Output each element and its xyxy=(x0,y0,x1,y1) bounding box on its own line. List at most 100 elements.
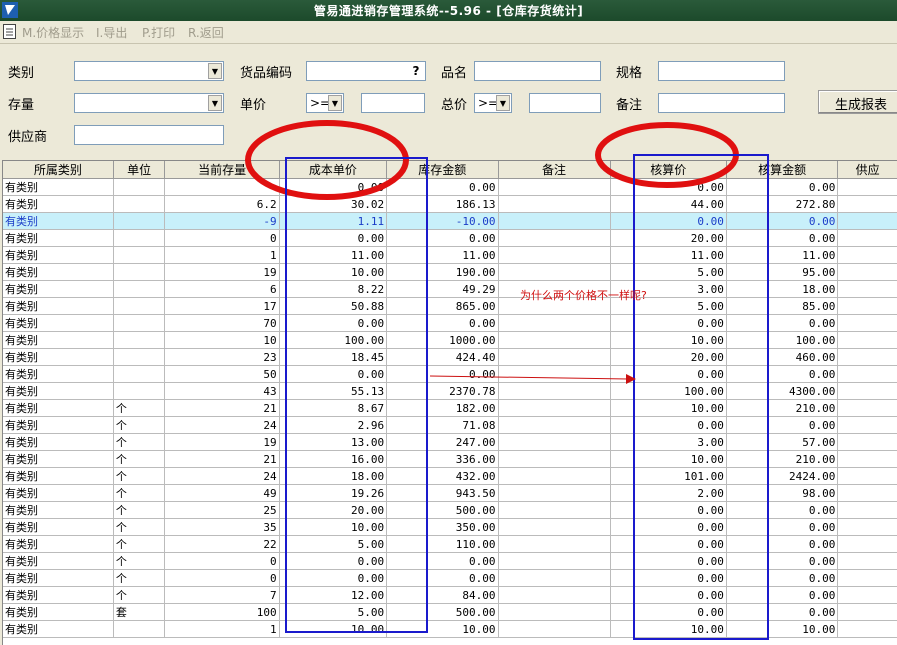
column-header[interactable]: 单位 xyxy=(113,161,166,179)
table-row[interactable]: 有类别 70 0.00 0.00 0.00 0.00 xyxy=(3,314,897,332)
chevron-down-icon[interactable]: ▼ xyxy=(208,63,222,79)
table-cell: 50 xyxy=(164,365,280,383)
table-row[interactable]: 有类别个 24 18.00 432.00 101.00 2424.00 xyxy=(3,467,897,485)
table-cell: 0.00 xyxy=(726,416,839,434)
table-row[interactable]: 有类别 1 10.00 10.00 10.00 10.00 xyxy=(3,620,897,638)
chevron-down-icon[interactable]: ▼ xyxy=(496,95,510,111)
return-menu[interactable]: R.返回 xyxy=(188,24,224,41)
table-row[interactable]: 有类别个 19 13.00 247.00 3.00 57.00 xyxy=(3,433,897,451)
table-cell: 有类别 xyxy=(3,399,114,417)
column-header[interactable]: 核算价 xyxy=(610,161,727,179)
table-row[interactable]: 有类别个 25 20.00 500.00 0.00 0.00 xyxy=(3,501,897,519)
table-row[interactable]: 有类别 -9 1.11 -10.00 0.00 0.00 xyxy=(3,212,897,230)
table-row[interactable]: 有类别个 21 16.00 336.00 10.00 210.00 xyxy=(3,450,897,468)
table-row[interactable]: 有类别 1 11.00 11.00 11.00 11.00 xyxy=(3,246,897,264)
note-input[interactable] xyxy=(658,93,785,113)
total-operator-select[interactable]: >= ▼ xyxy=(474,93,512,113)
name-input[interactable] xyxy=(474,61,601,81)
table-row[interactable]: 有类别个 22 5.00 110.00 0.00 0.00 xyxy=(3,535,897,553)
table-cell: 50.88 xyxy=(279,297,388,315)
table-cell: 101.00 xyxy=(610,467,727,485)
table-cell: 182.00 xyxy=(386,399,499,417)
table-row[interactable]: 有类别个 21 8.67 182.00 10.00 210.00 xyxy=(3,399,897,417)
code-input[interactable]: ? xyxy=(306,61,426,81)
table-cell: 10.00 xyxy=(726,620,839,638)
table-row[interactable]: 有类别 17 50.88 865.00 5.00 85.00 xyxy=(3,297,897,315)
chevron-down-icon[interactable]: ▼ xyxy=(328,95,342,111)
table-cell: 247.00 xyxy=(386,433,499,451)
table-cell: 8.22 xyxy=(279,280,388,298)
table-cell: 5.00 xyxy=(279,535,388,553)
table-cell: 19 xyxy=(164,433,280,451)
table-cell: 个 xyxy=(113,467,166,485)
column-header[interactable]: 库存金额 xyxy=(386,161,499,179)
print-menu[interactable]: P.打印 xyxy=(142,24,175,41)
column-header[interactable]: 备注 xyxy=(498,161,611,179)
table-cell: 0.00 xyxy=(279,229,388,247)
table-cell xyxy=(837,484,897,502)
chevron-down-icon[interactable]: ▼ xyxy=(208,95,222,111)
stock-select[interactable]: ▼ xyxy=(74,93,224,113)
table-header: 所属类别 单位 当前存量 成本单价 库存金额 备注 核算价 核算金额 供应 xyxy=(3,161,897,179)
generate-report-button[interactable]: 生成报表 xyxy=(818,90,897,114)
column-header[interactable]: 供应 xyxy=(837,161,897,179)
table-row[interactable]: 有类别个 49 19.26 943.50 2.00 98.00 xyxy=(3,484,897,502)
table-cell: 个 xyxy=(113,416,166,434)
price-operator-select[interactable]: >= ▼ xyxy=(306,93,344,113)
table-cell: 2424.00 xyxy=(726,467,839,485)
table-row[interactable]: 有类别个 0 0.00 0.00 0.00 0.00 xyxy=(3,552,897,570)
table-cell: 个 xyxy=(113,518,166,536)
title-bar: 管易通进销存管理系统--5.96 - [仓库存货统计] xyxy=(0,0,897,21)
table-row[interactable]: 有类别个 0 0.00 0.00 0.00 0.00 xyxy=(3,569,897,587)
table-cell xyxy=(113,212,166,230)
table-row[interactable]: 有类别个 24 2.96 71.08 0.00 0.00 xyxy=(3,416,897,434)
table-cell: 8.67 xyxy=(279,399,388,417)
table-row[interactable]: 有类别 23 18.45 424.40 20.00 460.00 xyxy=(3,348,897,366)
table-row[interactable]: 有类别 10 100.00 1000.00 10.00 100.00 xyxy=(3,331,897,349)
total-input[interactable] xyxy=(529,93,601,113)
table-cell xyxy=(837,348,897,366)
table-cell: 7 xyxy=(164,586,280,604)
supplier-input[interactable] xyxy=(74,125,224,145)
table-cell: 0.00 xyxy=(726,518,839,536)
category-select[interactable]: ▼ xyxy=(74,61,224,81)
spec-input[interactable] xyxy=(658,61,785,81)
table-row[interactable]: 有类别 50 0.00 0.00 0.00 0.00 xyxy=(3,365,897,383)
column-header[interactable]: 成本单价 xyxy=(279,161,388,179)
table-cell: 2.96 xyxy=(279,416,388,434)
table-cell: 有类别 xyxy=(3,484,114,502)
table-row[interactable]: 有类别个 35 10.00 350.00 0.00 0.00 xyxy=(3,518,897,536)
table-row[interactable]: 有类别 19 10.00 190.00 5.00 95.00 xyxy=(3,263,897,281)
table-cell xyxy=(837,569,897,587)
table-cell xyxy=(837,535,897,553)
table-cell xyxy=(164,178,280,196)
table-cell: 0.00 xyxy=(610,314,727,332)
table-cell: 个 xyxy=(113,450,166,468)
table-cell: 24 xyxy=(164,416,280,434)
table-cell: 186.13 xyxy=(386,195,499,213)
price-input[interactable] xyxy=(361,93,425,113)
table-cell: 1 xyxy=(164,246,280,264)
price-label: 单价 xyxy=(240,98,267,113)
table-cell: 个 xyxy=(113,552,166,570)
column-header[interactable]: 所属类别 xyxy=(3,161,114,179)
table-row[interactable]: 有类别 0 0.00 0.00 20.00 0.00 xyxy=(3,229,897,247)
table-row[interactable]: 有类别 43 55.13 2370.78 100.00 4300.00 xyxy=(3,382,897,400)
table-row[interactable]: 有类别 6 8.22 49.29 3.00 18.00 xyxy=(3,280,897,298)
price-display-menu[interactable]: M.价格显示 xyxy=(22,24,84,41)
table-cell: 11.00 xyxy=(726,246,839,264)
table-cell xyxy=(498,331,611,349)
lookup-button[interactable]: ? xyxy=(408,63,424,79)
table-row[interactable]: 有类别 6.2 30.02 186.13 44.00 272.80 xyxy=(3,195,897,213)
table-cell xyxy=(113,178,166,196)
table-cell: 110.00 xyxy=(386,535,499,553)
table-row[interactable]: 有类别套 100 5.00 500.00 0.00 0.00 xyxy=(3,603,897,621)
table-cell: 有类别 xyxy=(3,518,114,536)
table-row[interactable]: 有类别个 7 12.00 84.00 0.00 0.00 xyxy=(3,586,897,604)
export-menu[interactable]: I.导出 xyxy=(96,24,127,41)
inventory-table[interactable]: 所属类别 单位 当前存量 成本单价 库存金额 备注 核算价 核算金额 供应 有类别 0.00 0.0… xyxy=(2,160,897,645)
table-row[interactable]: 有类别 0.00 0.00 0.00 0.00 xyxy=(3,178,897,196)
table-cell: 100.00 xyxy=(610,382,727,400)
column-header[interactable]: 核算金额 xyxy=(726,161,839,179)
column-header[interactable]: 当前存量 xyxy=(164,161,280,179)
